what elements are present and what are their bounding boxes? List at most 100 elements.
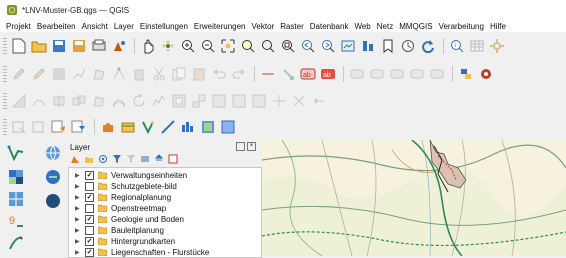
panel-float-button[interactable] [236,142,245,151]
curve-tool-icon[interactable] [30,92,48,110]
label-pin-icon[interactable] [348,65,366,83]
offset-curve-icon[interactable] [110,92,128,110]
expand-arrow-icon[interactable]: ▶ [75,205,81,212]
add-mesh-layer-icon[interactable] [7,190,25,208]
menu-bearbeiten[interactable]: Bearbeiten [34,22,79,31]
add-postgis-icon[interactable] [7,234,25,252]
statistics-icon[interactable] [199,118,217,136]
add-part-icon[interactable] [190,92,208,110]
reverse-line-icon[interactable] [310,92,328,110]
layer-visibility-checkbox[interactable]: ✓ [85,170,94,180]
zoom-to-selection-icon[interactable] [239,37,257,55]
bookmark-icon[interactable] [379,37,397,55]
snapping-icon[interactable] [279,65,297,83]
layer-group-row[interactable]: ▶ Bauleitplanung [69,225,164,235]
attribute-table-icon[interactable] [468,37,486,55]
pan-to-selection-icon[interactable] [159,37,177,55]
zoom-to-layer-icon[interactable] [259,37,277,55]
menu-vektor[interactable]: Vektor [249,22,278,31]
menu-verarbeitung[interactable]: Verarbeitung [436,22,487,31]
toolbar-handle[interactable] [3,119,7,135]
menu-datenbank[interactable]: Datenbank [307,22,352,31]
add-group-icon[interactable] [84,154,94,164]
undo-icon[interactable] [210,65,228,83]
filter-layer-icon[interactable] [70,118,88,136]
toolbar-handle[interactable] [3,93,7,109]
expand-arrow-icon[interactable]: ▶ [75,249,81,256]
add-polygon-icon[interactable] [90,65,108,83]
expand-arrow-icon[interactable]: ▶ [75,172,81,179]
label-change-icon[interactable] [428,65,446,83]
add-vector-tile-icon[interactable] [139,118,157,136]
select-features-icon[interactable] [10,118,28,136]
map-tips-icon[interactable] [219,118,237,136]
layer-group-row[interactable]: ▶ ✓ Verwaltungseinheiten [69,170,187,180]
add-delimited-text-icon[interactable]: 9 [7,212,25,230]
layer-group-row[interactable]: ▶ ✓ Hintergrundkarten [69,236,175,246]
print-layout-icon[interactable] [90,37,108,55]
add-line-icon[interactable] [70,65,88,83]
plugin-puzzle-icon[interactable] [99,118,117,136]
pan-icon[interactable] [139,37,157,55]
refresh-icon[interactable] [419,37,437,55]
fill-ring-icon[interactable] [210,92,228,110]
expand-arrow-icon[interactable]: ▶ [75,216,81,223]
label-move-icon[interactable] [388,65,406,83]
toggle-editing-icon[interactable] [30,65,48,83]
remove-layer-icon[interactable] [168,154,178,164]
layer-group-row[interactable]: ▶ Schutzgebiete-bild [69,181,177,191]
menu-netz[interactable]: Netz [374,22,396,31]
filter-by-expression-icon[interactable] [126,154,136,164]
zoom-last-icon[interactable] [299,37,317,55]
filter-legend-icon[interactable] [112,154,122,164]
advanced-digitize-icon[interactable] [10,92,28,110]
split-parts-icon[interactable] [290,92,308,110]
layer-visibility-checkbox[interactable] [85,181,94,191]
style-manager-icon[interactable] [110,37,128,55]
digitize-shape-icon[interactable] [259,65,277,83]
zoom-native-icon[interactable] [279,37,297,55]
open-project-icon[interactable] [30,37,48,55]
toolbar-handle[interactable] [3,38,7,54]
python-console-icon[interactable] [457,65,475,83]
menu-projekt[interactable]: Projekt [0,22,34,31]
add-wms-layer-icon[interactable] [44,144,62,162]
expand-all-icon[interactable] [140,154,150,164]
menu-ansicht[interactable]: Ansicht [79,22,111,31]
layer-visibility-checkbox[interactable]: ✓ [85,247,94,257]
layer-group-row[interactable]: ▶ Openstreetmap [69,203,166,213]
add-vector-layer-icon[interactable] [7,144,25,162]
menu-einstellungen[interactable]: Einstellungen [137,22,191,31]
label-highlight-icon[interactable]: ab [319,65,337,83]
menu-erweiterungen[interactable]: Erweiterungen [191,22,249,31]
layer-visibility-checkbox[interactable] [85,203,94,213]
delete-ring-icon[interactable] [230,92,248,110]
layer-group-row[interactable]: ▶ ✓ Geologie und Boden [69,214,184,224]
layer-group-row[interactable]: ▶ ✓ Regionalplanung [69,192,171,202]
copy-features-icon[interactable] [170,65,188,83]
redo-icon[interactable] [230,65,248,83]
vertex-tool-icon[interactable] [110,65,128,83]
layer-visibility-checkbox[interactable] [85,225,94,235]
add-wcs-layer-icon[interactable] [44,192,62,210]
expression-select-icon[interactable] [50,118,68,136]
identify-icon[interactable]: i [448,37,466,55]
panel-close-button[interactable]: × [247,142,256,151]
delete-part-icon[interactable] [250,92,268,110]
measure-line-icon[interactable] [159,118,177,136]
label-show-hide-icon[interactable] [368,65,386,83]
layer-visibility-checkbox[interactable]: ✓ [85,192,94,202]
merge-features-icon[interactable] [70,92,88,110]
layer-visibility-checkbox[interactable]: ✓ [85,236,94,246]
processing-toolbox-icon[interactable] [477,65,495,83]
menu-web[interactable]: Web [351,22,373,31]
collapse-all-icon[interactable] [154,154,164,164]
menu-layer[interactable]: Layer [111,22,137,31]
zoom-full-icon[interactable] [219,37,237,55]
deselect-icon[interactable] [30,118,48,136]
split-features-icon[interactable] [50,92,68,110]
menu-mmqgis[interactable]: MMQGIS [396,22,435,31]
new-map-view-icon[interactable] [339,37,357,55]
temporal-controller-icon[interactable] [399,37,417,55]
expand-arrow-icon[interactable]: ▶ [75,183,81,190]
